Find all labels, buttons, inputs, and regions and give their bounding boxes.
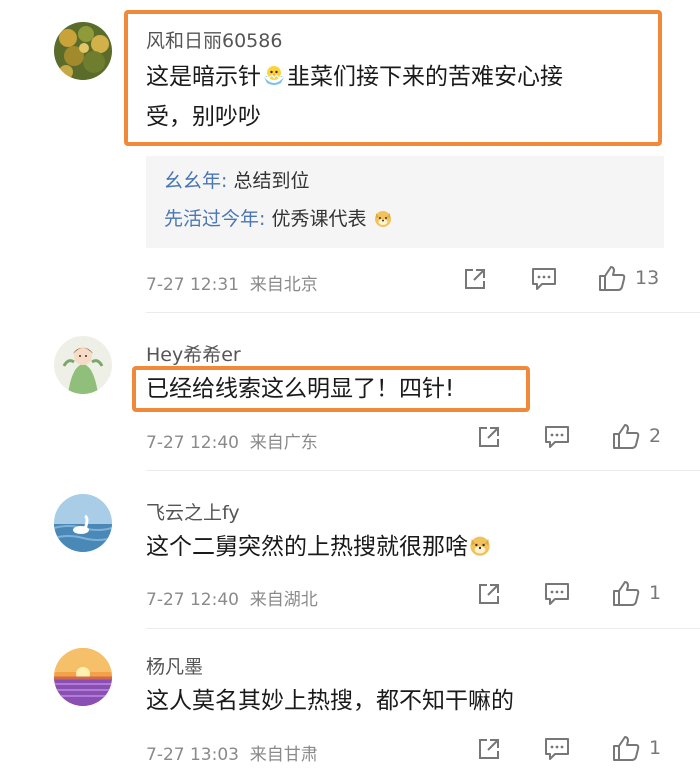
comment-icon [545,426,569,448]
reply-item[interactable]: 先活过今年: 优秀课代表 [146,200,664,238]
comment-icon [545,738,569,760]
thumbs-up-icon [613,736,640,761]
comment-location: 来自广东 [249,433,318,453]
thumbs-up-icon [613,424,640,449]
share-button[interactable] [476,424,502,450]
comment-text-part: 韭菜们接下来的苦难安心接 [287,64,563,90]
comment-location: 来自湖北 [249,590,318,610]
thumbs-up-icon [599,266,626,291]
divider [146,628,700,629]
reply-text: 优秀课代表 [265,208,367,230]
comment-icon [532,268,556,290]
comment-meta: 7-27 12:40 来自广东 [146,428,318,453]
like-count: 2 [649,425,662,447]
comment-text: 已经给线索这么明显了！四针! [146,376,455,402]
comment-date: 7-27 12:31 [146,275,239,295]
divider [146,470,700,471]
reply-text: 总结到位 [227,170,310,192]
like-button[interactable]: 1 [611,579,661,607]
username[interactable]: Hey希希er [146,340,241,367]
share-button[interactable] [462,266,488,292]
thumbs-up-icon [613,581,640,606]
username[interactable]: 飞云之上fy [146,498,240,525]
replies-box[interactable]: 幺幺年: 总结到位 先活过今年: 优秀课代表 [146,156,664,248]
share-icon [465,269,485,289]
share-icon [479,427,499,447]
comment-button[interactable] [543,424,571,450]
reply-author[interactable]: 先活过今年 [164,208,259,230]
comment-button[interactable] [530,266,558,292]
username[interactable]: 风和日丽60586 [146,26,282,53]
avatar[interactable] [54,494,112,552]
like-button[interactable]: 1 [611,734,661,762]
comment-button[interactable] [543,581,571,607]
comment-text-line2: 受，别吵吵 [146,104,261,130]
share-button[interactable] [476,736,502,762]
like-count: 1 [649,582,662,604]
username[interactable]: 杨凡墨 [146,652,203,679]
avatar[interactable] [54,22,112,80]
comment-date: 7-27 12:40 [146,433,239,453]
comment-text: 这个二舅突然的上热搜就很那啥 [146,527,492,567]
reply-item[interactable]: 幺幺年: 总结到位 [146,156,664,200]
reply-author[interactable]: 幺幺年 [164,170,221,192]
comment-date: 7-27 13:03 [146,745,239,765]
chick-emoji-icon [263,66,285,85]
like-button[interactable]: 13 [597,264,659,292]
divider [146,312,700,313]
avatar[interactable] [54,648,112,706]
comment-text-part: 这个二舅突然的上热搜就很那啥 [146,534,468,560]
comment-meta: 7-27 12:40 来自湖北 [146,585,318,610]
comment-location: 来自甘肃 [249,745,318,765]
doge-emoji-icon [374,211,391,227]
share-icon [479,584,499,604]
comment-text: 这是暗示针 韭菜们接下来的苦难安心接 [146,57,563,97]
like-count: 13 [635,267,660,289]
like-count: 1 [649,737,662,759]
like-button[interactable]: 2 [611,422,661,450]
share-icon [479,739,499,759]
comment-text: 这人莫名其妙上热搜，都不知干嘛的 [146,688,514,714]
comment-text-part: 这是暗示针 [146,64,261,90]
doge-emoji-icon [470,536,490,556]
comment-icon [545,583,569,605]
comment-date: 7-27 12:40 [146,590,239,610]
share-button[interactable] [476,581,502,607]
comment-location: 来自北京 [249,275,318,295]
comment-meta: 7-27 12:31 来自北京 [146,270,318,295]
comment-button[interactable] [543,736,571,762]
avatar[interactable] [54,336,112,394]
comment-meta: 7-27 13:03 来自甘肃 [146,740,318,765]
